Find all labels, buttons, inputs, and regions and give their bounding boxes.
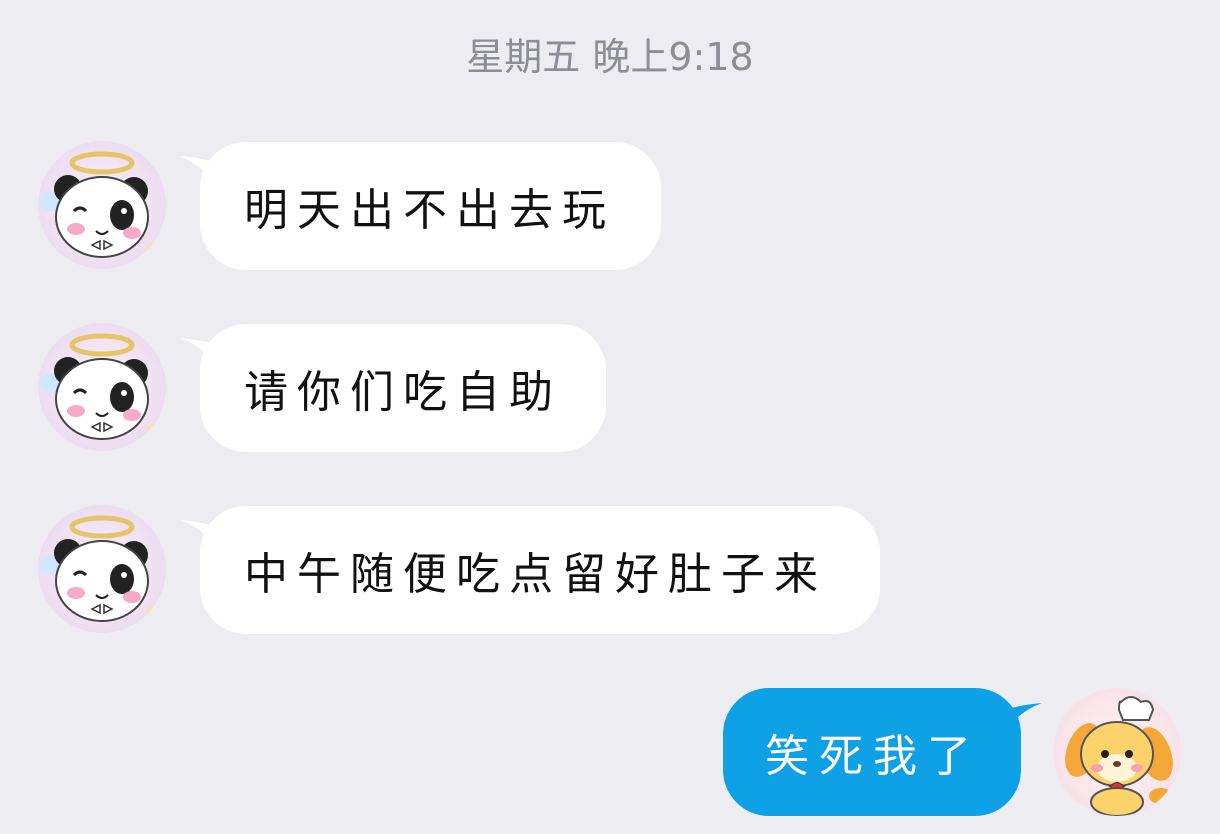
chef-puppy-avatar[interactable]: [1053, 688, 1181, 816]
message-bubble-received[interactable]: 明天出不出去玩: [200, 142, 661, 270]
panda-angel-avatar[interactable]: [38, 323, 166, 451]
panda-angel-avatar[interactable]: [38, 505, 166, 633]
message-text: 笑死我了: [765, 731, 981, 782]
panda-angel-avatar-icon: [38, 505, 166, 633]
bubble-tail: [1002, 703, 1042, 739]
message-timestamp: 星期五 晚上9:18: [466, 35, 754, 79]
panda-angel-avatar-icon: [38, 141, 166, 269]
message-text: 明天出不出去玩: [244, 185, 615, 236]
panda-angel-avatar-icon: [38, 323, 166, 451]
chef-puppy-avatar-icon: [1053, 688, 1181, 816]
message-text: 请你们吃自助: [244, 367, 562, 418]
message-text: 中午随便吃点留好肚子来: [244, 549, 827, 600]
message-bubble-received[interactable]: 请你们吃自助: [200, 324, 606, 452]
chat-view: 星期五 晚上9:18 明天出不出去玩 请你们吃自助 中午随便吃点留好肚子来 笑死…: [0, 0, 1220, 834]
message-bubble-sent[interactable]: 笑死我了: [723, 688, 1021, 816]
message-bubble-received[interactable]: 中午随便吃点留好肚子来: [200, 506, 880, 634]
panda-angel-avatar[interactable]: [38, 141, 166, 269]
